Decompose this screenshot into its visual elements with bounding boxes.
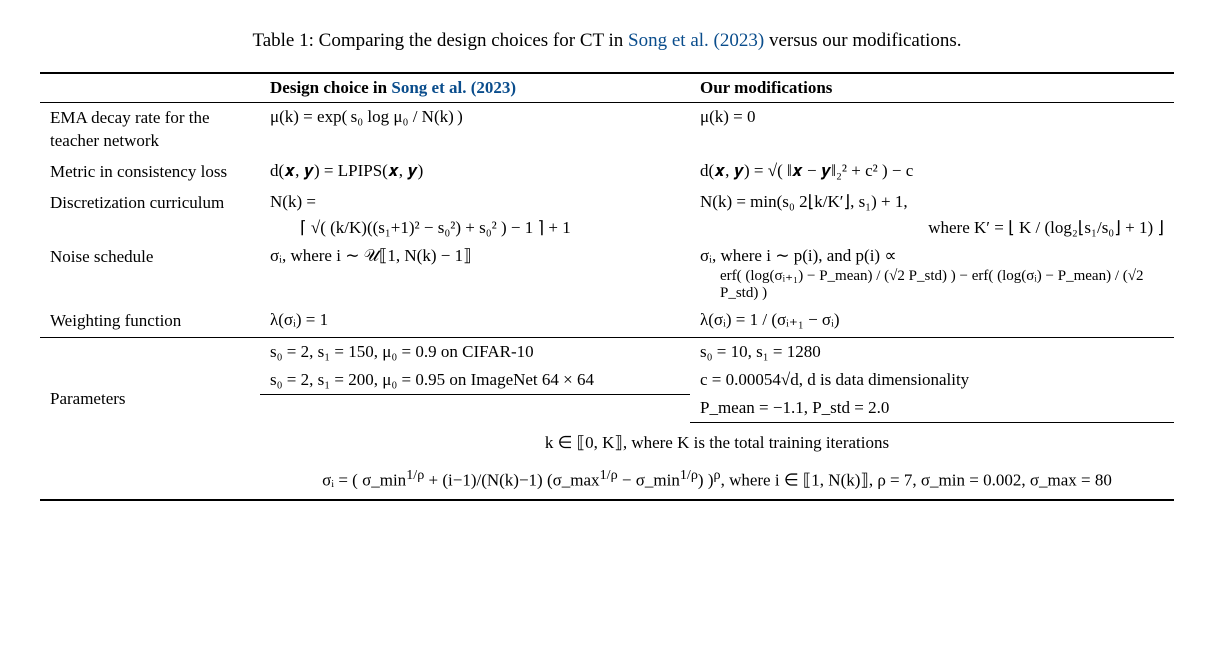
weight-ours: λ(σᵢ) = 1 / (σᵢ₊₁ − σᵢ) bbox=[690, 306, 1174, 337]
sigma-mid2: − σ_min bbox=[618, 471, 680, 490]
sigma-prefix: σᵢ = ( σ_min bbox=[322, 471, 406, 490]
shared-blank bbox=[40, 423, 260, 458]
disc-song-line2: ⌈ √( (k/K)((s₁+1)² − s₀²) + s₀² ) − 1 ⌉ … bbox=[270, 212, 680, 238]
header-ours: Our modifications bbox=[690, 73, 1174, 103]
disc-label: Discretization curriculum bbox=[40, 188, 260, 242]
row-disc: Discretization curriculum N(k) = ⌈ √( (k… bbox=[40, 188, 1174, 242]
sigma-mid1: + (i−1)/(N(k)−1) (σ_max bbox=[424, 471, 599, 490]
weight-label: Weighting function bbox=[40, 306, 260, 337]
params-label: Parameters bbox=[40, 337, 260, 423]
disc-ours-line2: where K′ = ⌊ K / (log₂⌊s₁/s₀⌋ + 1) ⌋ bbox=[700, 212, 1164, 238]
table-caption: Table 1: Comparing the design choices fo… bbox=[40, 30, 1174, 52]
caption-citation-link[interactable]: Song et al. (2023) bbox=[628, 30, 764, 51]
noise-ours-line2: erf( (log(σᵢ₊₁) − P_mean) / (√2 P_std) )… bbox=[700, 266, 1164, 302]
sigma-mid3: ) ) bbox=[698, 471, 714, 490]
shared-blank-2 bbox=[40, 457, 260, 500]
weight-song: λ(σᵢ) = 1 bbox=[260, 306, 690, 337]
noise-ours-line1: σᵢ, where i ∼ p(i), and p(i) ∝ bbox=[700, 246, 1164, 266]
params-ours-line3: P_mean = −1.1, P_std = 2.0 bbox=[690, 394, 1174, 423]
sigma-exp2: 1/ρ bbox=[600, 467, 618, 483]
row-shared-1: k ∈ ⟦0, K⟧, where K is the total trainin… bbox=[40, 423, 1174, 458]
noise-song: σᵢ, where i ∼ 𝒰⟦1, N(k) − 1⟧ bbox=[260, 242, 690, 306]
row-params-1: Parameters s₀ = 2, s₁ = 150, μ₀ = 0.9 on… bbox=[40, 337, 1174, 366]
sigma-expp: ρ bbox=[714, 467, 721, 483]
disc-ours: N(k) = min(s₀ 2⌊k/K′⌋, s₁) + 1, where K′… bbox=[690, 188, 1174, 242]
disc-ours-line1: N(k) = min(s₀ 2⌊k/K′⌋, s₁) + 1, bbox=[700, 192, 1164, 212]
caption-suffix: versus our modifications. bbox=[764, 30, 961, 51]
params-shared-sigma: σᵢ = ( σ_min1/ρ + (i−1)/(N(k)−1) (σ_max1… bbox=[260, 457, 1174, 500]
metric-label: Metric in consistency loss bbox=[40, 157, 260, 188]
params-song-blank bbox=[260, 394, 690, 423]
params-ours-line2: c = 0.00054√d, d is data dimensionality bbox=[690, 366, 1174, 395]
caption-prefix: Table 1: Comparing the design choices fo… bbox=[252, 30, 628, 51]
sigma-exp1: 1/ρ bbox=[406, 467, 424, 483]
disc-song: N(k) = ⌈ √( (k/K)((s₁+1)² − s₀²) + s₀² )… bbox=[260, 188, 690, 242]
row-shared-2: σᵢ = ( σ_min1/ρ + (i−1)/(N(k)−1) (σ_max1… bbox=[40, 457, 1174, 500]
params-shared-line1: k ∈ ⟦0, K⟧, where K is the total trainin… bbox=[260, 423, 1174, 458]
params-song-line2: s₀ = 2, s₁ = 200, μ₀ = 0.95 on ImageNet … bbox=[260, 366, 690, 395]
header-song: Design choice in Song et al. (2023) bbox=[260, 73, 690, 103]
noise-ours: σᵢ, where i ∼ p(i), and p(i) ∝ erf( (log… bbox=[690, 242, 1174, 306]
comparison-table: Design choice in Song et al. (2023) Our … bbox=[40, 72, 1174, 501]
metric-ours: d(𝒙, 𝒚) = √( ‖𝒙 − 𝒚‖₂² + c² ) − c bbox=[690, 157, 1174, 188]
sigma-suffix: , where i ∈ ⟦1, N(k)⟧, ρ = 7, σ_min = 0.… bbox=[721, 471, 1112, 490]
row-metric: Metric in consistency loss d(𝒙, 𝒚) = LPI… bbox=[40, 157, 1174, 188]
params-song-line1: s₀ = 2, s₁ = 150, μ₀ = 0.9 on CIFAR-10 bbox=[260, 337, 690, 366]
metric-song: d(𝒙, 𝒚) = LPIPS(𝒙, 𝒚) bbox=[260, 157, 690, 188]
header-song-cite: Song et al. (2023) bbox=[391, 78, 516, 97]
header-blank bbox=[40, 73, 260, 103]
sigma-exp3: 1/ρ bbox=[680, 467, 698, 483]
disc-song-line1: N(k) = bbox=[270, 192, 680, 212]
row-weight: Weighting function λ(σᵢ) = 1 λ(σᵢ) = 1 /… bbox=[40, 306, 1174, 337]
params-ours-line1: s₀ = 10, s₁ = 1280 bbox=[690, 337, 1174, 366]
ema-label: EMA decay rate for the teacher network bbox=[40, 103, 260, 157]
ema-song: μ(k) = exp( s₀ log μ₀ / N(k) ) bbox=[260, 103, 690, 157]
header-song-prefix: Design choice in bbox=[270, 78, 391, 97]
noise-label: Noise schedule bbox=[40, 242, 260, 306]
row-ema: EMA decay rate for the teacher network μ… bbox=[40, 103, 1174, 157]
ema-ours: μ(k) = 0 bbox=[690, 103, 1174, 157]
row-noise: Noise schedule σᵢ, where i ∼ 𝒰⟦1, N(k) −… bbox=[40, 242, 1174, 306]
